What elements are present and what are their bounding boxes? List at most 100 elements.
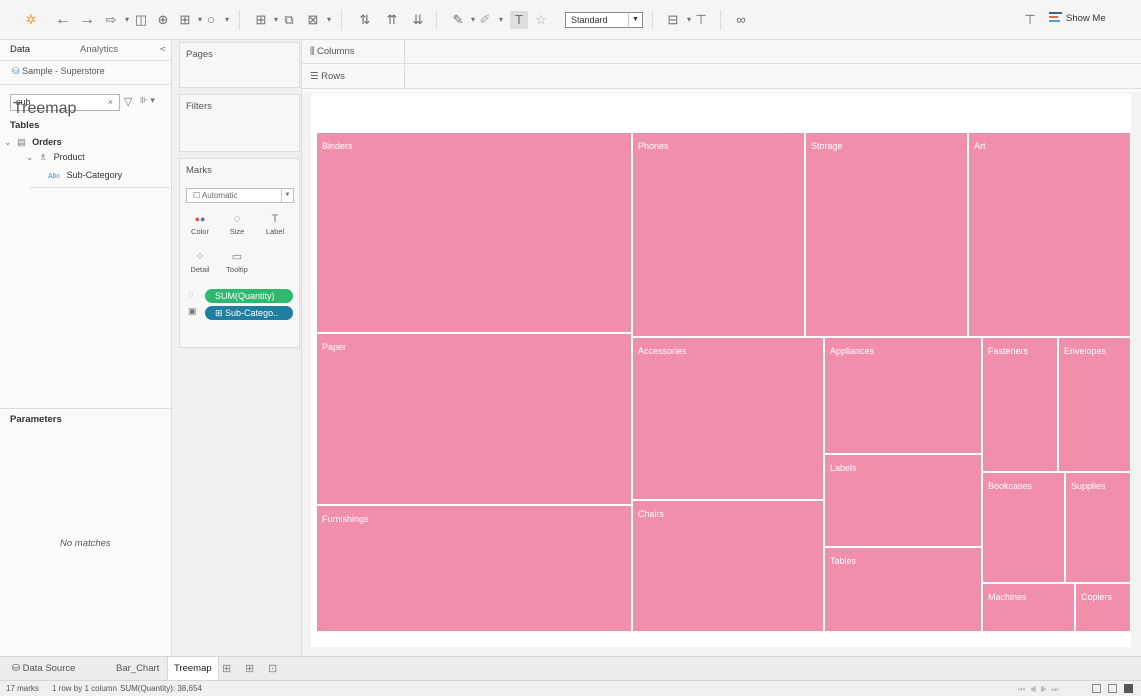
treemap-tile-paper[interactable]: Paper	[316, 333, 632, 505]
pill-sub-category[interactable]: ⊞ Sub-Catego..	[205, 306, 293, 320]
datasource-name: Sample - Superstore	[22, 66, 105, 76]
chevron-down-icon: ▼	[628, 13, 642, 27]
view-options-icon[interactable]: ⊪ ▾	[140, 95, 155, 106]
new-worksheet-icon[interactable]: ⊞	[222, 662, 231, 675]
status-marks: 17 marks	[6, 684, 39, 693]
tab-view-icon[interactable]	[1124, 684, 1133, 693]
tree-item-label: Sub-Category	[66, 170, 123, 180]
sort-desc-icon[interactable]: ⇊	[409, 11, 427, 29]
presentation-mode-icon[interactable]: ⊤	[1021, 11, 1039, 29]
treemap-tile-machines[interactable]: Machines	[982, 583, 1075, 632]
pages-title: Pages	[186, 49, 213, 60]
mark-type-select[interactable]: ☐ Automatic ▼	[186, 188, 294, 203]
tree-item-orders[interactable]: ⌄ ▤ Orders	[4, 137, 62, 148]
datasource-icon: ⛁	[12, 66, 20, 76]
tooltip-button[interactable]: ▭ Tooltip	[225, 249, 249, 277]
treemap-tile-label: Labels	[830, 463, 857, 473]
divider	[404, 65, 405, 89]
data-pane: Data Analytics < ⛁ Sample - Superstore s…	[0, 40, 172, 656]
treemap-tile-appliances[interactable]: Appliances	[824, 337, 982, 454]
tab-data-source[interactable]: ⛁ Data Source	[6, 657, 81, 681]
columns-text: Columns	[317, 46, 355, 57]
treemap-tile-art[interactable]: Art	[968, 132, 1131, 337]
treemap-tile-label: Supplies	[1071, 481, 1106, 491]
columns-shelf[interactable]: ⫼ Columns	[302, 40, 1141, 64]
duplicate-icon[interactable]: ⧉	[280, 11, 298, 29]
chevron-down-icon[interactable]: ▾	[218, 11, 236, 29]
label-icon: T	[271, 213, 279, 225]
treemap-tile-furnishings[interactable]: Furnishings	[316, 505, 632, 632]
treemap-tile-label: Accessories	[638, 346, 687, 356]
tab-treemap[interactable]: Treemap	[167, 657, 219, 681]
presentation-icon[interactable]: ⊤	[692, 11, 710, 29]
tree-item-product[interactable]: ⌄ ♗ Product	[26, 152, 85, 163]
fit-select[interactable]: Standard ▼	[565, 12, 643, 28]
new-story-icon[interactable]: ⊡	[268, 662, 277, 675]
clear-search-icon[interactable]: ×	[108, 95, 113, 110]
treemap-chart: Binders Paper Furnishings Phones Storage Art A…	[316, 132, 1131, 632]
treemap-tile-labels[interactable]: Labels	[824, 454, 982, 547]
filter-icon[interactable]: ▽	[124, 95, 132, 108]
detail-button[interactable]: ⁘ Detail	[188, 249, 212, 277]
status-sum: SUM(Quantity): 38,654	[120, 684, 202, 693]
divider	[0, 60, 172, 61]
columns-label: ⫼ Columns	[310, 46, 355, 57]
toolbar-separator	[341, 10, 342, 30]
treemap-tile-storage[interactable]: Storage	[805, 132, 968, 337]
sort-asc-icon[interactable]: ⇈	[383, 11, 401, 29]
chevron-down-icon[interactable]: ▾	[320, 11, 338, 29]
undo-icon[interactable]: ←	[54, 11, 72, 29]
tab-analytics[interactable]: Analytics	[80, 44, 118, 55]
fit-select-value: Standard	[571, 15, 608, 25]
tree-item-label: Product	[53, 152, 85, 162]
treemap-tile-tables[interactable]: Tables	[824, 547, 982, 632]
pill-sum-quantity[interactable]: SUM(Quantity)	[205, 289, 293, 303]
treemap-tile-fasteners[interactable]: Fasteners	[982, 337, 1058, 472]
treemap-tile-chairs[interactable]: Chairs	[632, 500, 824, 632]
treemap-tile-phones[interactable]: Phones	[632, 132, 805, 337]
filmstrip-view-icon[interactable]	[1108, 684, 1117, 693]
size-label: Size	[229, 227, 245, 236]
detail-label: Detail	[190, 265, 210, 274]
toolbar: ✲ ← → ⇨ ▾ ◫ ⊕ ⊞ ▾ ○ ▾ ⊞ ▾ ⧉ ⊠ ▾ ⇅ ⇈ ⇊ ✎ …	[0, 0, 1141, 40]
toolbar-separator	[436, 10, 437, 30]
treemap-tile-supplies[interactable]: Supplies	[1065, 472, 1131, 583]
new-dashboard-icon[interactable]: ⊞	[245, 662, 254, 675]
treemap-tile-accessories[interactable]: Accessories	[632, 337, 824, 500]
treemap-tile-label: Tables	[830, 556, 857, 566]
sheet-tab-bar: ⛁ Data Source Bar_Chart Treemap ⊞ ⊞ ⊡	[0, 656, 1141, 681]
treemap-tile-binders[interactable]: Binders	[316, 132, 632, 333]
tableau-logo-icon[interactable]: ✲	[22, 11, 40, 29]
show-me-icon[interactable]	[1049, 12, 1062, 25]
redo-icon[interactable]: →	[78, 11, 96, 29]
rows-icon: ☰	[310, 71, 322, 82]
label-button[interactable]: T Label	[263, 211, 287, 239]
share-icon[interactable]: ∞	[732, 11, 750, 29]
rows-shelf[interactable]: ☰ Rows	[302, 65, 1141, 89]
treemap-tile-bookcases[interactable]: Bookcases	[982, 472, 1065, 583]
swap-icon[interactable]: ⇅	[356, 11, 374, 29]
filters-card[interactable]: Filters	[179, 94, 300, 152]
new-datasource-icon[interactable]: ⊕	[154, 11, 172, 29]
labels-icon[interactable]: T	[510, 11, 528, 29]
sheet-nav-icon[interactable]: ⏮◀▶⏭	[1018, 682, 1063, 697]
collapse-pane-button[interactable]: <	[160, 44, 166, 55]
save-icon[interactable]: ◫	[132, 11, 150, 29]
tab-bar-chart[interactable]: Bar_Chart	[110, 657, 165, 681]
tooltip-icon: ▭	[231, 251, 243, 263]
treemap-tile-envelopes[interactable]: Envelopes	[1058, 337, 1131, 472]
tab-data[interactable]: Data	[10, 44, 30, 55]
no-matches-text: No matches	[60, 538, 111, 549]
tree-item-sub-category[interactable]: Abc Sub-Category	[48, 170, 122, 180]
chevron-down-icon[interactable]: ▾	[492, 11, 510, 29]
datasource-item[interactable]: ⛁ Sample - Superstore	[12, 66, 105, 77]
color-button[interactable]: ●● Color	[188, 211, 212, 239]
mark-type-value: Automatic	[201, 191, 238, 200]
treemap-tile-copiers[interactable]: Copiers	[1075, 583, 1131, 632]
show-me-button[interactable]: Show Me	[1066, 13, 1106, 24]
grid-view-icon[interactable]	[1092, 684, 1101, 693]
size-button[interactable]: ◌ Size	[225, 211, 249, 239]
database-icon: ⛁	[12, 663, 23, 674]
pin-icon[interactable]: ☆	[532, 11, 550, 29]
pages-card[interactable]: Pages	[179, 42, 300, 88]
